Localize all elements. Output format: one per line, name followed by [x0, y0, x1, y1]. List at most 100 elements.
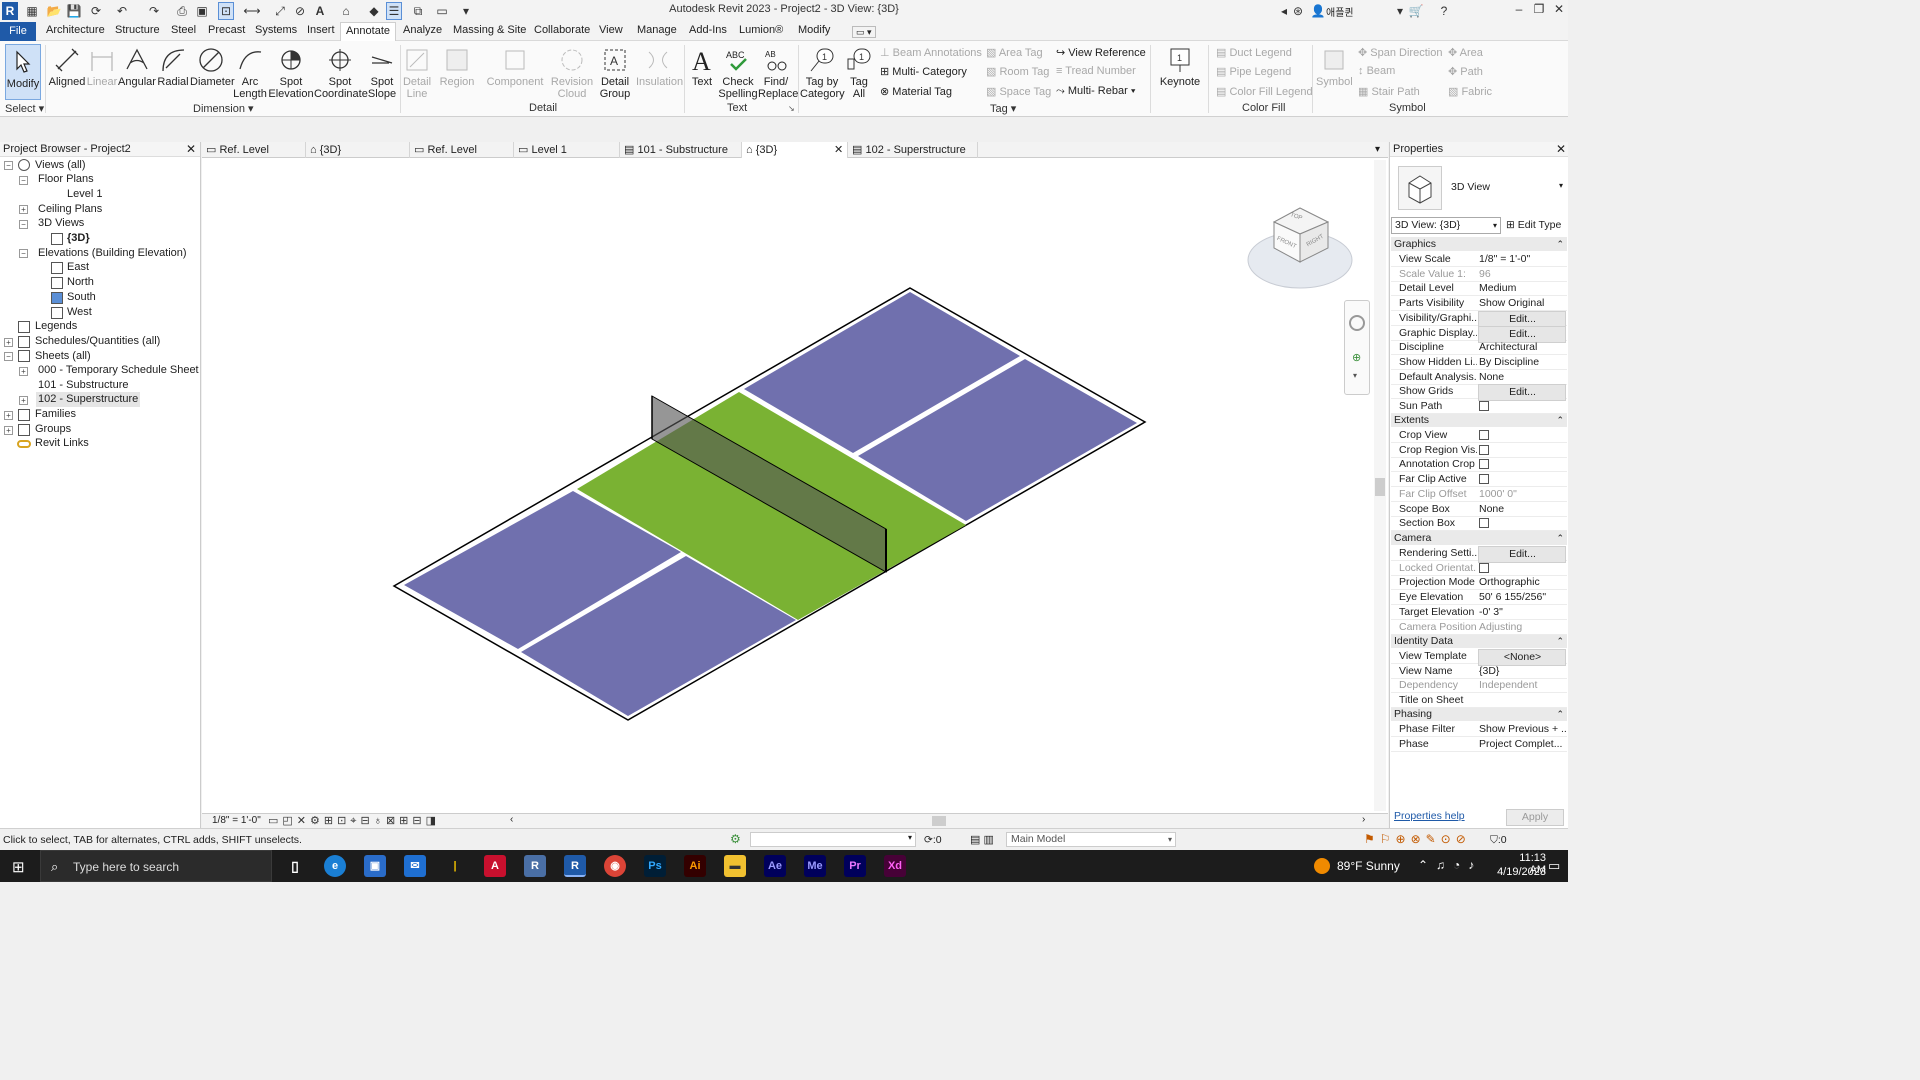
collapse-icon[interactable]: −	[19, 249, 28, 258]
property-row[interactable]: Phase Filter Show Previous + ...	[1391, 722, 1567, 737]
property-value[interactable]: {3D}	[1478, 664, 1566, 679]
property-value[interactable]: -0' 3"	[1478, 605, 1566, 620]
linear-dimension-button[interactable]: Linear	[86, 43, 118, 88]
tree-3d-views[interactable]: 3D Views	[38, 216, 84, 231]
property-row[interactable]: Graphic Display... Edit...	[1391, 325, 1567, 343]
fabric-symbol-button[interactable]: ▧ Fabric	[1448, 85, 1492, 98]
type-dropdown-icon[interactable]: ▾	[1559, 181, 1563, 190]
edge-icon[interactable]: e	[324, 855, 346, 877]
user-icon[interactable]: 👤	[1310, 2, 1326, 20]
media-encoder-icon[interactable]: Me	[804, 855, 826, 877]
property-row[interactable]: Far Clip Offset 1000' 0"	[1391, 487, 1567, 502]
property-row[interactable]: Projection Mode Orthographic	[1391, 575, 1567, 591]
binoculars-icon[interactable]: ⊛	[1290, 2, 1306, 20]
tree-views-all[interactable]: Views (all)	[35, 158, 86, 173]
vertical-scroll-thumb[interactable]	[1375, 478, 1385, 496]
property-row[interactable]: Show Grids Edit...	[1391, 384, 1567, 402]
property-value[interactable]: Medium	[1478, 281, 1566, 296]
property-row[interactable]: View Template <None>	[1391, 649, 1567, 666]
property-row[interactable]: Show Hidden Li... By Discipline	[1391, 355, 1567, 370]
tree-floor-plans[interactable]: Floor Plans	[38, 172, 94, 187]
radial-dimension-button[interactable]: Radial	[156, 43, 190, 88]
property-value[interactable]: 96	[1478, 267, 1566, 282]
tree-ceiling-plans[interactable]: Ceiling Plans	[38, 202, 102, 217]
revision-cloud-button[interactable]: Revision Cloud	[550, 43, 594, 100]
tree-schedules[interactable]: Schedules/Quantities (all)	[35, 334, 160, 349]
tree-elevations[interactable]: Elevations (Building Elevation)	[38, 246, 187, 261]
autocad-icon[interactable]: A	[484, 855, 506, 877]
tree-families[interactable]: Families	[35, 407, 76, 422]
ribbon-toggle-icon[interactable]: ▭ ▾	[852, 26, 876, 38]
workset-dropdown[interactable]: ▾	[750, 832, 916, 847]
duct-legend-button[interactable]: ▤ Duct Legend	[1216, 46, 1292, 59]
expand-icon[interactable]: +	[19, 396, 28, 405]
dimension-panel-label[interactable]: Dimension ▾	[193, 102, 254, 115]
property-row[interactable]: Scope Box None	[1391, 502, 1567, 517]
checkbox[interactable]	[1479, 562, 1489, 573]
select-panel-label[interactable]: Select ▾	[5, 102, 44, 115]
group-identity-data[interactable]: Identity Data ⌃	[1391, 634, 1567, 648]
property-value[interactable]: Adjusting	[1478, 620, 1566, 635]
tag-all-button[interactable]: 1 Tag All	[846, 43, 872, 100]
property-row[interactable]: Locked Orientat...	[1391, 561, 1567, 576]
diameter-dimension-button[interactable]: Diameter	[190, 43, 235, 88]
tab-lumion[interactable]: Lumion®	[739, 24, 783, 40]
property-row[interactable]: Annotation Crop	[1391, 457, 1567, 473]
filter-count[interactable]: ⛉:0	[1490, 834, 1507, 847]
tab-steel[interactable]: Steel	[171, 24, 196, 40]
keynote-button[interactable]: 1 Keynote	[1158, 43, 1202, 88]
steering-wheel-icon[interactable]	[1349, 315, 1365, 331]
property-row[interactable]: Dependency Independent	[1391, 678, 1567, 694]
span-direction-button[interactable]: ✥ Span Direction	[1358, 46, 1442, 59]
multi-category-button[interactable]: ⊞ Multi- Category	[880, 65, 967, 78]
chrome-icon[interactable]: ◉	[604, 855, 626, 877]
property-checkbox[interactable]	[1478, 516, 1566, 533]
space-tag-button[interactable]: ▧ Space Tag	[986, 85, 1051, 98]
expand-icon[interactable]: +	[19, 367, 28, 376]
cart-icon[interactable]: 🛒	[1408, 2, 1424, 20]
checkbox[interactable]	[1479, 401, 1489, 411]
property-value[interactable]: None	[1478, 370, 1566, 385]
property-row[interactable]: Section Box	[1391, 516, 1567, 533]
tab-analyze[interactable]: Analyze	[403, 24, 442, 40]
xd-icon[interactable]: Xd	[884, 855, 906, 877]
tree-sheets[interactable]: Sheets (all)	[35, 349, 91, 364]
tab-manage[interactable]: Manage	[637, 24, 677, 40]
property-row[interactable]: Sun Path	[1391, 399, 1567, 414]
aligned-dimension-button[interactable]: Aligned	[48, 43, 86, 88]
scroll-left-icon[interactable]: ‹	[510, 814, 513, 825]
properties-help-link[interactable]: Properties help	[1394, 810, 1465, 822]
property-row[interactable]: Eye Elevation 50' 6 155/256"	[1391, 590, 1567, 606]
zoom-icon[interactable]: ⊕	[1352, 351, 1361, 364]
property-value[interactable]: By Discipline	[1478, 355, 1566, 370]
area-tag-button[interactable]: ▧ Area Tag	[986, 46, 1043, 59]
tab-precast[interactable]: Precast	[208, 24, 245, 40]
view-tab-level-1[interactable]: ▭ Level 1	[514, 142, 620, 158]
windows-start-icon[interactable]: ⊞	[12, 858, 25, 876]
property-row[interactable]: Scale Value 1: 96	[1391, 267, 1567, 282]
color-fill-legend-button[interactable]: ▤ Color Fill Legend	[1216, 85, 1313, 98]
beam-symbol-button[interactable]: ↕ Beam	[1358, 65, 1395, 77]
tab-structure[interactable]: Structure	[115, 24, 160, 40]
property-value[interactable]: 50' 6 155/256"	[1478, 590, 1566, 605]
premiere-icon[interactable]: Pr	[844, 855, 866, 877]
apply-button[interactable]: Apply	[1506, 809, 1564, 826]
checkbox[interactable]	[1479, 430, 1489, 440]
expand-icon[interactable]: +	[4, 411, 13, 420]
spot-coordinate-button[interactable]: Spot Coordinate	[314, 43, 368, 100]
tree-sheet-102[interactable]: 102 - Superstructure	[36, 392, 141, 407]
tree-3d-default[interactable]: {3D}	[67, 231, 90, 246]
scroll-right-icon[interactable]: ›	[1362, 814, 1365, 825]
viewcube[interactable]: TOP FRONT RIGHT	[1246, 202, 1354, 294]
property-row[interactable]: Detail Level Medium	[1391, 281, 1567, 297]
tree-south[interactable]: South	[67, 290, 96, 305]
property-row[interactable]: Target Elevation -0' 3"	[1391, 605, 1567, 620]
photoshop-icon[interactable]: Ps	[644, 855, 666, 877]
view-tab-102-superstructure[interactable]: ▤ 102 - Superstructure	[848, 142, 978, 158]
explorer-icon[interactable]: ▬	[724, 855, 746, 877]
group-graphics[interactable]: Graphics ⌃	[1391, 237, 1567, 251]
property-row[interactable]: Crop View	[1391, 428, 1567, 443]
property-value[interactable]: 1000' 0"	[1478, 487, 1566, 502]
tree-west[interactable]: West	[67, 305, 92, 320]
detail-group-button[interactable]: A Detail Group	[597, 43, 633, 100]
